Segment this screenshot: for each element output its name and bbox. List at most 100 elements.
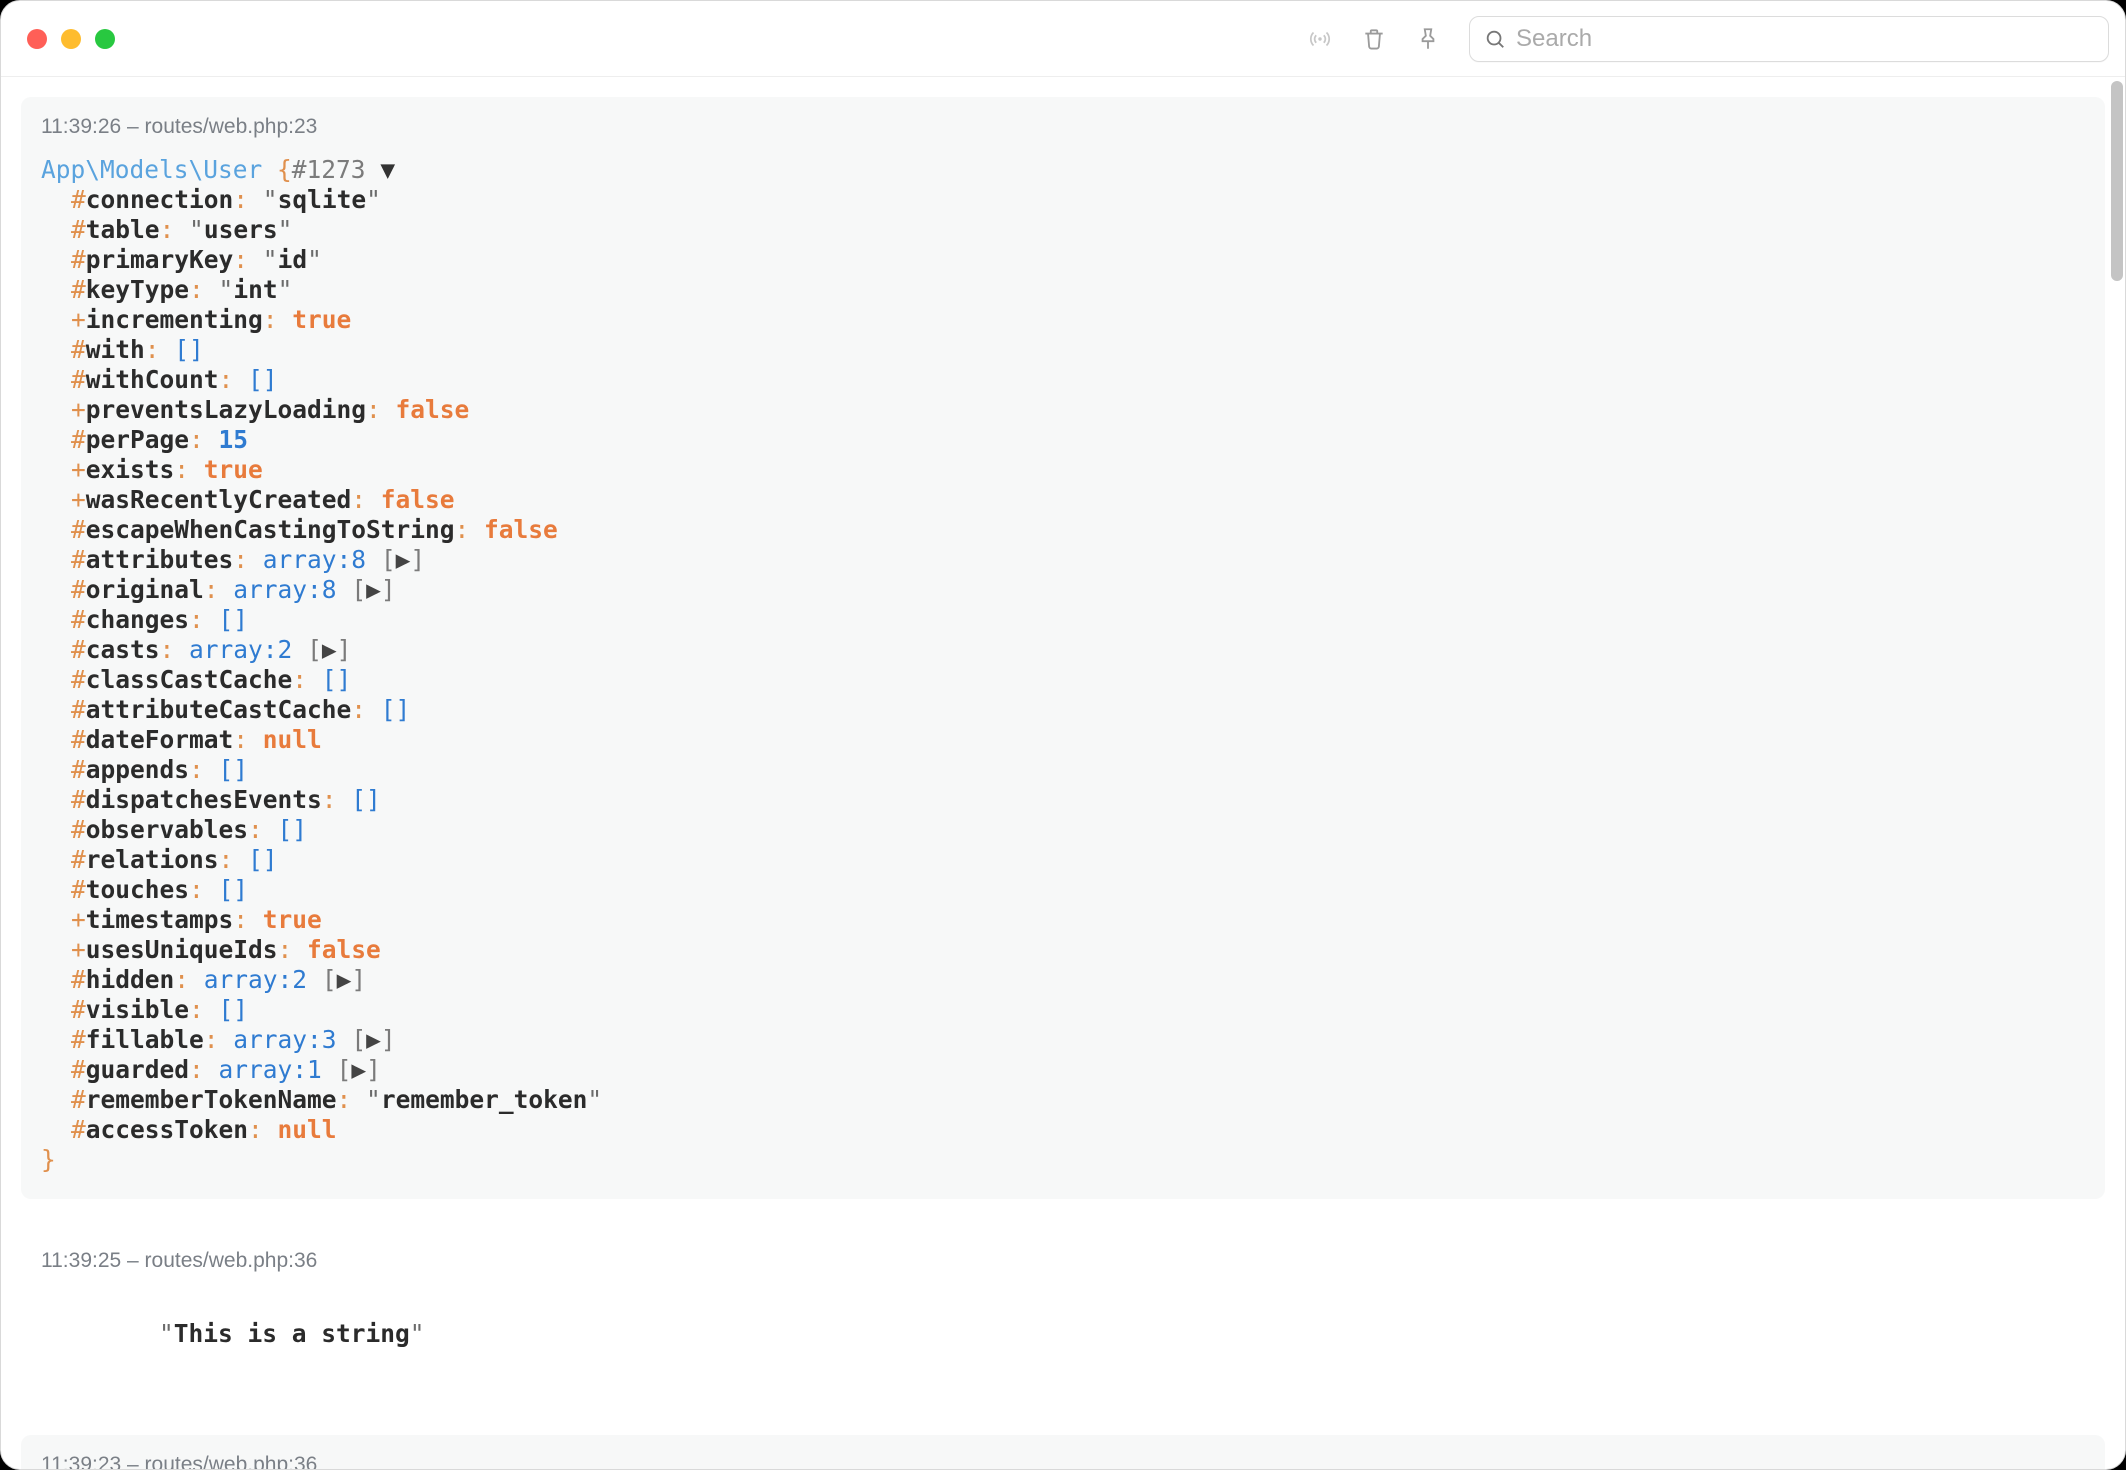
colon: : [233,725,263,754]
expand-toggle[interactable]: [▶] [381,545,425,574]
dump-property-row: #withCount: [] [41,365,2085,395]
dump-object-id: #1273 [292,155,366,184]
entries-scroll-area[interactable]: 11:39:26 – routes/web.php:23 App\Models\… [1,77,2125,1469]
colon: : [337,1085,367,1114]
dump-property-row: #dateFormat: null [41,725,2085,755]
string-quote: " [366,185,381,214]
collapse-caret-icon[interactable]: ▼ [380,155,395,184]
close-window-button[interactable] [27,29,47,49]
maximize-window-button[interactable] [95,29,115,49]
expand-toggle[interactable]: [▶] [337,1055,381,1084]
colon: : [160,635,190,664]
dump-property-row: #keyType: "int" [41,275,2085,305]
property-value: false [396,395,470,424]
property-key: accessToken [86,1115,248,1144]
property-key: appends [86,755,189,784]
string-quote: " [263,185,278,214]
bracket: [ [337,1055,352,1084]
search-input[interactable] [1516,25,2094,53]
entry-meta: 11:39:25 – routes/web.php:36 [41,1237,2085,1289]
expand-arrow-icon: ▶ [396,545,411,574]
colon: : [189,605,219,634]
expand-arrow-icon: ▶ [337,965,352,994]
property-key: primaryKey [86,245,234,274]
dump-property-row: +incrementing: true [41,305,2085,335]
colon: : [233,245,263,274]
dump-property-row: #hidden: array:2 [▶] [41,965,2085,995]
expand-toggle[interactable]: [▶] [307,635,351,664]
dump-property-row: #casts: array:2 [▶] [41,635,2085,665]
property-value: users [204,215,278,244]
property-key: relations [86,845,219,874]
visibility-sigil: # [71,665,86,694]
minimize-window-button[interactable] [61,29,81,49]
colon: : [278,935,308,964]
string-quote: " [410,1319,425,1348]
search-field[interactable] [1469,16,2109,62]
bracket: [ [381,545,396,574]
dump-property-row: #primaryKey: "id" [41,245,2085,275]
bracket: ] [381,575,396,604]
expand-toggle[interactable]: [▶] [322,965,366,994]
scrollbar-thumb[interactable] [2111,81,2123,281]
dump-property-row: #attributeCastCache: [] [41,695,2085,725]
pin-icon[interactable] [1415,26,1441,52]
entry-source: routes/web.php:23 [145,115,318,138]
property-value: [] [322,665,352,694]
bracket: [ [322,965,337,994]
property-value: array:8 [263,545,381,574]
property-key: table [86,215,160,244]
property-value: [] [219,605,249,634]
visibility-sigil: + [71,905,86,934]
expand-arrow-icon: ▶ [351,1055,366,1084]
expand-arrow-icon: ▶ [366,575,381,604]
visibility-sigil: # [71,965,86,994]
entry-source: routes/web.php:36 [145,1453,318,1469]
property-key: fillable [86,1025,204,1054]
property-value: [] [248,845,278,874]
dump-property-row: #visible: [] [41,995,2085,1025]
expand-toggle[interactable]: [▶] [351,575,395,604]
property-value: id [278,245,308,274]
dump-property-row: #guarded: array:1 [▶] [41,1055,2085,1085]
property-key: incrementing [86,305,263,334]
string-quote: " [278,215,293,244]
dump-property-row: +wasRecentlyCreated: false [41,485,2085,515]
property-key: casts [86,635,160,664]
colon: : [145,335,175,364]
string-quote: " [366,1085,381,1114]
property-value: [] [219,995,249,1024]
string-quote: " [307,245,322,274]
property-key: dateFormat [86,725,234,754]
dump-object-header[interactable]: App\Models\User {#1273 ▼ [41,155,2085,185]
colon: : [292,665,322,694]
property-key: dispatchesEvents [86,785,322,814]
broadcast-icon[interactable] [1307,26,1333,52]
property-key: hidden [86,965,175,994]
colon: : [160,215,190,244]
visibility-sigil: + [71,455,86,484]
dump-property-row: +exists: true [41,455,2085,485]
property-key: preventsLazyLoading [86,395,366,424]
entry-meta: 11:39:23 – routes/web.php:36 [41,1441,2085,1469]
colon: : [248,815,278,844]
colon: : [189,875,219,904]
visibility-sigil: # [71,425,86,454]
dump-property-row: #observables: [] [41,815,2085,845]
dump-property-row: #attributes: array:8 [▶] [41,545,2085,575]
entry-meta-sep: – [127,115,145,138]
trash-icon[interactable] [1361,26,1387,52]
property-value: true [204,455,263,484]
dump-entry: 11:39:25 – routes/web.php:36 "This is a … [21,1231,2105,1403]
property-value: array:3 [233,1025,351,1054]
dump-property-row: #changes: [] [41,605,2085,635]
property-value: null [278,1115,337,1144]
colon: : [204,1025,234,1054]
expand-toggle[interactable]: [▶] [351,1025,395,1054]
property-value: [] [381,695,411,724]
entry-timestamp: 11:39:23 [41,1453,121,1469]
property-value: [] [278,815,308,844]
visibility-sigil: # [71,725,86,754]
bracket: [ [351,1025,366,1054]
visibility-sigil: # [71,695,86,724]
